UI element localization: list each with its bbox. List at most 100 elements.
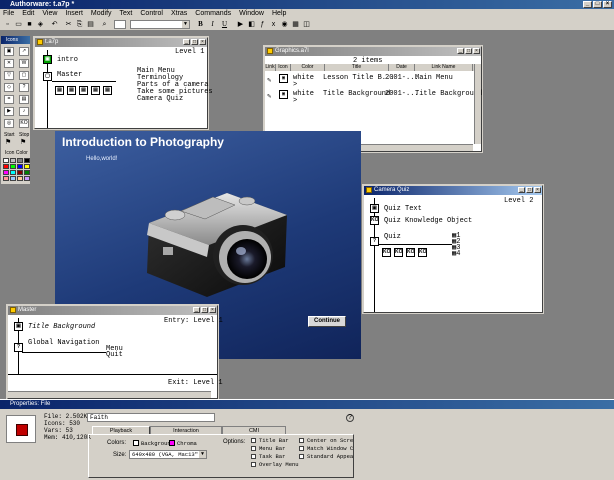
match-window-color-checkbox[interactable] xyxy=(299,446,304,451)
swatch[interactable] xyxy=(17,164,23,169)
media-icon[interactable]: ◫ xyxy=(302,20,311,29)
close-button[interactable]: × xyxy=(534,187,541,193)
size-select[interactable]: 640x480 (VGA, Mac13") ▼ xyxy=(129,450,207,459)
framework-icon[interactable]: ▢ xyxy=(19,71,29,80)
nav-item[interactable]: Quit xyxy=(106,352,123,359)
ko-icon[interactable]: KO xyxy=(19,119,29,128)
swatch[interactable] xyxy=(24,170,30,175)
table-row[interactable]: ✎ ▣ white Title Background 2001-... Titl… xyxy=(265,90,482,105)
maximize-button[interactable]: □ xyxy=(593,1,602,8)
file-name-input[interactable]: Faith xyxy=(87,413,215,422)
minimize-button[interactable]: _ xyxy=(193,307,200,313)
calculation-icon[interactable]: = xyxy=(4,95,14,104)
column-link[interactable]: Link xyxy=(265,64,276,71)
decision-icon[interactable]: ◇ xyxy=(4,83,14,92)
bold-button[interactable]: B xyxy=(196,20,205,29)
swatch[interactable] xyxy=(24,158,30,163)
map-icon[interactable]: ▤ xyxy=(91,86,100,95)
menu-text[interactable]: Text xyxy=(120,9,133,18)
control-panel-icon[interactable]: ◧ xyxy=(247,20,256,29)
menu-xtras[interactable]: Xtras xyxy=(171,9,187,18)
swatch[interactable] xyxy=(3,176,9,181)
row-expand[interactable]: > xyxy=(293,81,297,89)
save-icon[interactable]: ■ xyxy=(25,20,34,29)
title-bar-checkbox[interactable] xyxy=(251,438,256,443)
menu-control[interactable]: Control xyxy=(140,9,163,18)
swatch[interactable] xyxy=(10,164,16,169)
ko-icon[interactable]: KO xyxy=(406,248,415,257)
cut-icon[interactable]: ✂ xyxy=(64,20,73,29)
underline-button[interactable]: U xyxy=(220,20,229,29)
copy-icon[interactable]: ⎘ xyxy=(75,20,84,29)
maximize-button[interactable]: □ xyxy=(465,48,472,54)
minimize-button[interactable]: _ xyxy=(583,1,592,8)
swatch[interactable] xyxy=(10,158,16,163)
swatch[interactable] xyxy=(17,176,23,181)
swatch[interactable] xyxy=(3,170,9,175)
background-color-swatch[interactable] xyxy=(133,440,139,446)
horizontal-scrollbar[interactable] xyxy=(8,391,211,398)
map-icon[interactable]: ▤ xyxy=(103,86,112,95)
wait-icon[interactable]: W xyxy=(19,59,29,68)
map-icon[interactable]: ▤ xyxy=(79,86,88,95)
ko-icon[interactable]: KO xyxy=(394,248,403,257)
swatch[interactable] xyxy=(17,170,23,175)
find-icon[interactable]: ⌕ xyxy=(100,20,109,29)
tab-playback[interactable]: Playback xyxy=(92,426,150,434)
map-icon[interactable]: ▤ xyxy=(55,86,64,95)
paste-icon[interactable]: ▤ xyxy=(86,20,95,29)
maximize-button[interactable]: □ xyxy=(526,187,533,193)
variables-icon[interactable]: x xyxy=(269,20,278,29)
menu-view[interactable]: View xyxy=(42,9,57,18)
maximize-button[interactable]: □ xyxy=(191,39,198,45)
column-date[interactable]: Date xyxy=(389,64,415,71)
continue-button[interactable]: Continue xyxy=(308,316,346,327)
sound-icon[interactable]: ♪ xyxy=(19,107,29,116)
ko-icon[interactable]: KO xyxy=(370,216,379,225)
close-button[interactable]: × xyxy=(209,307,216,313)
restart-icon[interactable]: ▶ xyxy=(236,20,245,29)
intro-icon[interactable]: ▣ xyxy=(43,55,52,64)
page-item[interactable]: Camera Quiz xyxy=(137,96,213,103)
swatch[interactable] xyxy=(24,164,30,169)
display-icon[interactable]: ▣ xyxy=(14,322,23,331)
column-color[interactable]: Color xyxy=(291,64,325,71)
swatch[interactable] xyxy=(3,158,9,163)
menu-window[interactable]: Window xyxy=(239,9,264,18)
ko-icon[interactable]: ◉ xyxy=(280,20,289,29)
vertical-scrollbar[interactable] xyxy=(474,64,481,144)
chroma-color-swatch[interactable] xyxy=(169,440,175,446)
row-expand[interactable]: > xyxy=(293,97,297,105)
column-icon[interactable]: Icon xyxy=(276,64,291,71)
maximize-button[interactable]: □ xyxy=(201,307,208,313)
center-on-screen-checkbox[interactable] xyxy=(299,438,304,443)
task-bar-checkbox[interactable] xyxy=(251,454,256,459)
table-row[interactable]: ✎ ▣ white Lesson Title B... 2001-... Mai… xyxy=(265,74,473,89)
answer-item[interactable]: ▦4 xyxy=(452,251,460,258)
ko-icon[interactable]: KO xyxy=(418,248,427,257)
menu-edit[interactable]: Edit xyxy=(22,9,34,18)
swatch[interactable] xyxy=(10,176,16,181)
menu-file[interactable]: File xyxy=(3,9,14,18)
display-icon[interactable]: ▣ xyxy=(4,47,14,56)
functions-icon[interactable]: ƒ xyxy=(258,20,267,29)
motion-icon[interactable]: ↗ xyxy=(19,47,29,56)
close-button[interactable]: × xyxy=(473,48,480,54)
swatch[interactable] xyxy=(10,170,16,175)
tab-cmi[interactable]: CMI xyxy=(222,426,286,434)
minimize-button[interactable]: _ xyxy=(518,187,525,193)
minimize-button[interactable]: _ xyxy=(183,39,190,45)
close-button[interactable]: × xyxy=(603,1,612,8)
navigate-icon[interactable]: ▽ xyxy=(4,71,14,80)
font-combo[interactable]: ▼ xyxy=(130,20,190,29)
ko-icon[interactable]: KO xyxy=(382,248,391,257)
undo-icon[interactable]: ↶ xyxy=(50,20,59,29)
menu-commands[interactable]: Commands xyxy=(195,9,231,18)
stop-flag-icon[interactable]: ⚑ xyxy=(20,138,26,146)
overlay-menu-checkbox[interactable] xyxy=(251,462,256,467)
movie-icon[interactable]: ▶ xyxy=(4,107,14,116)
framework-icon[interactable]: ▢ xyxy=(43,72,52,81)
import-icon[interactable]: ◈ xyxy=(36,20,45,29)
start-flag-icon[interactable]: ⚑ xyxy=(5,138,11,146)
map-icon[interactable]: ▤ xyxy=(67,86,76,95)
